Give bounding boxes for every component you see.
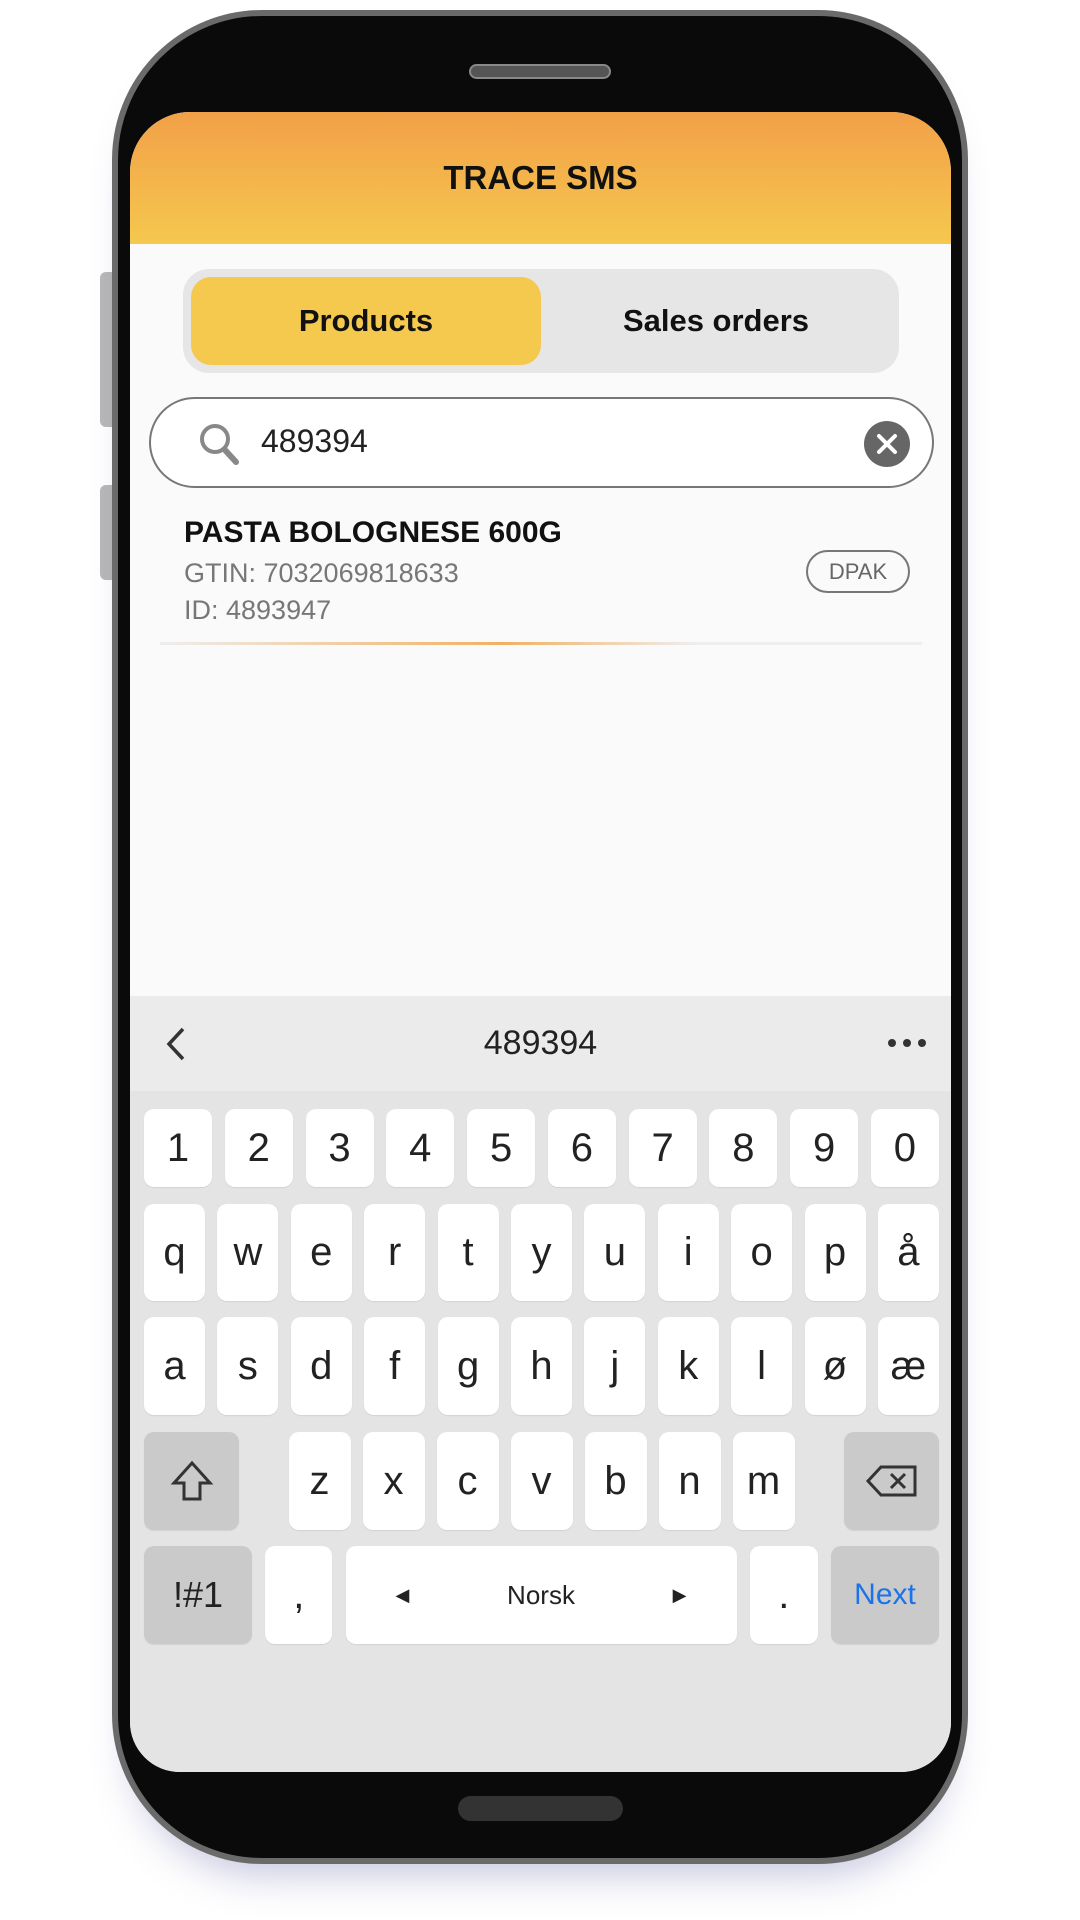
key-d[interactable]: d xyxy=(290,1317,352,1415)
key-2[interactable]: 2 xyxy=(224,1109,293,1187)
key-ø[interactable]: ø xyxy=(804,1317,866,1415)
search-value: 489394 xyxy=(261,423,368,459)
keyboard: 1234567890 qwertyuiopå asdfghjkløæ zxcvb… xyxy=(130,1091,951,1772)
shift-icon xyxy=(170,1460,213,1501)
suggestion-bar: 489394 xyxy=(130,996,951,1091)
key-h[interactable]: h xyxy=(510,1317,572,1415)
key-y[interactable]: y xyxy=(510,1204,572,1301)
key-q[interactable]: q xyxy=(144,1204,205,1301)
arrow-right-icon: ▶ xyxy=(672,1584,687,1605)
key-u[interactable]: u xyxy=(584,1204,646,1301)
product-id: ID: 4893947 xyxy=(184,595,332,625)
tab-products[interactable]: Products xyxy=(191,277,541,365)
key-p[interactable]: p xyxy=(804,1204,866,1301)
key-5[interactable]: 5 xyxy=(467,1109,536,1187)
speaker-grille xyxy=(469,64,611,79)
next-key[interactable]: Next xyxy=(831,1546,939,1644)
key-n[interactable]: n xyxy=(658,1432,721,1530)
product-name: PASTA BOLOGNESE 600G xyxy=(184,516,562,549)
tab-sales-orders[interactable]: Sales orders xyxy=(541,277,891,365)
key-r[interactable]: r xyxy=(364,1204,426,1301)
key-m[interactable]: m xyxy=(732,1432,795,1530)
key-i[interactable]: i xyxy=(657,1204,719,1301)
key-6[interactable]: 6 xyxy=(547,1109,616,1187)
more-icon[interactable] xyxy=(887,1038,927,1048)
key-e[interactable]: e xyxy=(290,1204,352,1301)
search-icon xyxy=(200,424,239,465)
key-9[interactable]: 9 xyxy=(790,1109,859,1187)
key-j[interactable]: j xyxy=(584,1317,646,1415)
key-l[interactable]: l xyxy=(731,1317,793,1415)
backspace-icon xyxy=(865,1465,916,1497)
comma-key[interactable]: , xyxy=(265,1546,333,1644)
unit-badge: DPAK xyxy=(806,550,910,593)
key-s[interactable]: s xyxy=(217,1317,279,1415)
key-å[interactable]: å xyxy=(877,1204,939,1301)
key-a[interactable]: a xyxy=(144,1317,205,1415)
key-4[interactable]: 4 xyxy=(386,1109,455,1187)
home-indicator xyxy=(458,1796,623,1821)
divider xyxy=(160,642,922,645)
key-8[interactable]: 8 xyxy=(709,1109,778,1187)
key-b[interactable]: b xyxy=(584,1432,647,1530)
key-o[interactable]: o xyxy=(731,1204,793,1301)
app-title: TRACE SMS xyxy=(443,159,638,196)
space-label: Norsk xyxy=(507,1579,575,1610)
suggestion-text[interactable]: 489394 xyxy=(484,1024,597,1063)
key-1[interactable]: 1 xyxy=(144,1109,212,1187)
segmented-tabs: Products Sales orders xyxy=(183,269,899,373)
key-w[interactable]: w xyxy=(217,1204,279,1301)
chevron-left-icon[interactable] xyxy=(165,1026,187,1062)
key-c[interactable]: c xyxy=(436,1432,499,1530)
key-z[interactable]: z xyxy=(288,1432,351,1530)
close-icon[interactable] xyxy=(864,421,910,467)
key-k[interactable]: k xyxy=(657,1317,719,1415)
key-3[interactable]: 3 xyxy=(305,1109,374,1187)
key-f[interactable]: f xyxy=(364,1317,426,1415)
app-header: TRACE SMS xyxy=(130,112,951,244)
backspace-key[interactable] xyxy=(844,1432,939,1530)
key-g[interactable]: g xyxy=(437,1317,499,1415)
period-key[interactable]: . xyxy=(749,1546,818,1644)
key-t[interactable]: t xyxy=(437,1204,499,1301)
shift-key[interactable] xyxy=(144,1432,239,1530)
key-æ[interactable]: æ xyxy=(877,1317,939,1415)
space-key[interactable]: ◀ Norsk ▶ xyxy=(345,1546,737,1644)
key-0[interactable]: 0 xyxy=(870,1109,939,1187)
search-input[interactable]: 489394 xyxy=(149,397,934,488)
key-x[interactable]: x xyxy=(362,1432,425,1530)
key-v[interactable]: v xyxy=(510,1432,573,1530)
screen: TRACE SMS Products Sales orders 489394 P… xyxy=(130,112,951,1772)
product-gtin: GTIN: 7032069818633 xyxy=(184,558,459,588)
key-7[interactable]: 7 xyxy=(628,1109,697,1187)
arrow-left-icon: ◀ xyxy=(395,1584,410,1605)
symbols-key[interactable]: !#1 xyxy=(144,1546,252,1644)
